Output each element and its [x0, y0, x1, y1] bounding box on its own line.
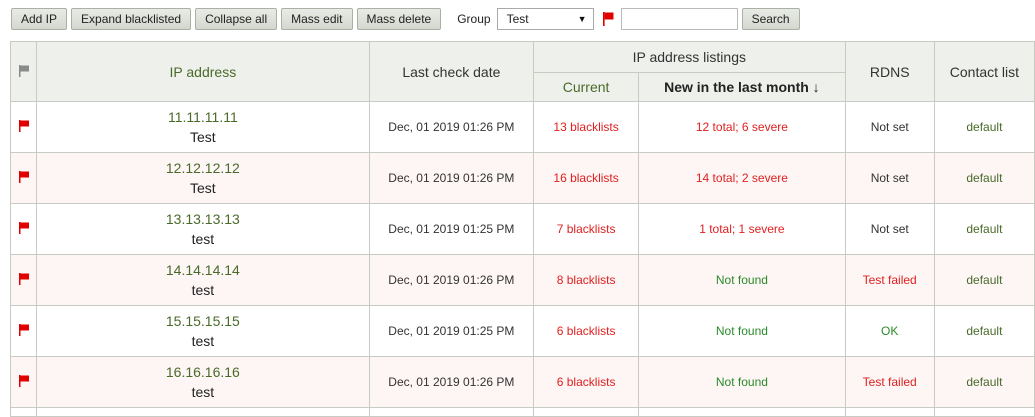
current-header[interactable]: Current: [532, 72, 640, 102]
last-check-date: Dec, 01 2019 01:26 PM: [368, 152, 535, 204]
ip-group-label: test: [191, 231, 215, 247]
table-row[interactable]: 15.15.15.15 test Dec, 01 2019 01:25 PM 6 bl…: [9, 305, 1035, 357]
add-ip-button[interactable]: Add IP: [11, 8, 68, 30]
flag-column-header[interactable]: [9, 41, 38, 102]
ip-cell[interactable]: 14.14.14.14 test: [36, 254, 370, 306]
ip-address-link[interactable]: 13.13.13.13: [38, 209, 369, 229]
contact-list-link[interactable]: default: [933, 203, 1035, 255]
last-check-date: Dec, 01 2019 01:25 PM: [368, 203, 535, 255]
mass-delete-button[interactable]: Mass delete: [356, 8, 442, 30]
new-listings-link[interactable]: Not found: [638, 254, 846, 306]
ip-address-link[interactable]: 12.12.12.12: [38, 158, 369, 178]
rdns-status[interactable]: Not set: [844, 101, 935, 153]
table-row[interactable]: 16.16.16.16 test Dec, 01 2019 01:26 PM 6 bl…: [9, 356, 1035, 408]
row-flag-cell[interactable]: [9, 305, 38, 357]
new-listings-link[interactable]: Not found: [638, 305, 846, 357]
row-flag-cell[interactable]: [9, 203, 38, 255]
ip-cell[interactable]: 16.16.16.16 test: [36, 356, 370, 408]
expand-blacklisted-button[interactable]: Expand blacklisted: [71, 8, 192, 30]
flag-icon[interactable]: [18, 170, 30, 186]
flag-icon[interactable]: [18, 272, 30, 288]
flag-filter-icon[interactable]: [602, 12, 614, 26]
table-row[interactable]: 14.14.14.14 test Dec, 01 2019 01:26 PM 8 bl…: [9, 254, 1035, 306]
contact-list-link[interactable]: default: [933, 305, 1035, 357]
search-input[interactable]: [620, 8, 738, 30]
mass-edit-button[interactable]: Mass edit: [281, 8, 353, 30]
rdns-header[interactable]: RDNS: [844, 41, 935, 102]
new-listings-link[interactable]: 1 total; 1 severe: [638, 203, 846, 255]
rdns-status[interactable]: OK: [844, 305, 935, 357]
table-row[interactable]: 13.13.13.13 test Dec, 01 2019 01:25 PM 7 bl…: [9, 203, 1035, 255]
current-listings-link[interactable]: 6 blacklists: [532, 356, 640, 408]
empty-cell: [36, 407, 370, 417]
empty-cell: [933, 407, 1035, 417]
toolbar: Add IP Expand blacklisted Collapse all M…: [11, 8, 804, 30]
rdns-status[interactable]: Not set: [844, 203, 935, 255]
last-check-date: Dec, 01 2019 01:25 PM: [368, 305, 535, 357]
ip-address-link[interactable]: 11.11.11.11: [38, 107, 369, 127]
ip-group-label: Test: [190, 180, 216, 196]
new-listings-link[interactable]: 14 total; 2 severe: [638, 152, 846, 204]
table-row[interactable]: [9, 407, 1035, 417]
row-flag-cell[interactable]: [9, 101, 38, 153]
collapse-all-button[interactable]: Collapse all: [195, 8, 278, 30]
last-check-date: Dec, 01 2019 01:26 PM: [368, 356, 535, 408]
table-row[interactable]: 12.12.12.12 Test Dec, 01 2019 01:26 PM 16 b…: [9, 152, 1035, 204]
current-listings-link[interactable]: 6 blacklists: [532, 305, 640, 357]
group-select[interactable]: Test ▼: [496, 8, 594, 30]
last-check-date: Dec, 01 2019 01:26 PM: [368, 101, 535, 153]
empty-cell: [844, 407, 935, 417]
ip-cell[interactable]: 15.15.15.15 test: [36, 305, 370, 357]
new-listings-link[interactable]: 12 total; 6 severe: [638, 101, 846, 153]
group-label: Group: [457, 12, 491, 26]
flag-icon[interactable]: [18, 374, 30, 390]
contact-list-link[interactable]: default: [933, 356, 1035, 408]
flag-icon[interactable]: [18, 323, 30, 339]
empty-cell: [9, 407, 38, 417]
current-listings-link[interactable]: 13 blacklists: [532, 101, 640, 153]
listings-header: IP address listings: [533, 41, 846, 73]
contact-list-header[interactable]: Contact list: [933, 41, 1035, 102]
flag-icon[interactable]: [18, 221, 30, 237]
current-listings-link[interactable]: 16 blacklists: [532, 152, 640, 204]
ip-group-label: test: [191, 282, 215, 298]
ip-cell[interactable]: 13.13.13.13 test: [36, 203, 370, 255]
flag-icon: [18, 64, 30, 80]
empty-cell: [532, 407, 640, 417]
contact-list-link[interactable]: default: [933, 152, 1035, 204]
rdns-status[interactable]: Test failed: [844, 254, 935, 306]
ip-address-link[interactable]: 16.16.16.16: [38, 362, 369, 382]
contact-list-link[interactable]: default: [933, 254, 1035, 306]
group-select-value: Test: [506, 12, 529, 26]
row-flag-cell[interactable]: [9, 254, 38, 306]
empty-cell: [638, 407, 846, 417]
row-flag-cell[interactable]: [9, 356, 38, 408]
current-listings-link[interactable]: 7 blacklists: [532, 203, 640, 255]
row-flag-cell[interactable]: [9, 152, 38, 204]
ip-address-link[interactable]: 15.15.15.15: [38, 311, 369, 331]
rdns-status[interactable]: Test failed: [844, 356, 935, 408]
chevron-down-icon: ▼: [577, 14, 587, 24]
ip-group-label: test: [191, 384, 215, 400]
ip-address-link[interactable]: 14.14.14.14: [38, 260, 369, 280]
ip-table: IP address Last check date IP address li…: [9, 41, 1035, 417]
last-check-date: Dec, 01 2019 01:26 PM: [368, 254, 535, 306]
ip-group-label: test: [191, 333, 215, 349]
empty-cell: [368, 407, 535, 417]
last-check-header[interactable]: Last check date: [368, 41, 535, 102]
rdns-status[interactable]: Not set: [844, 152, 935, 204]
ip-address-header[interactable]: IP address: [36, 41, 370, 102]
search-button[interactable]: Search: [741, 8, 800, 30]
new-last-month-header[interactable]: New in the last month ↓: [638, 72, 846, 102]
contact-list-link[interactable]: default: [933, 101, 1035, 153]
flag-icon[interactable]: [18, 119, 30, 135]
ip-cell[interactable]: 11.11.11.11 Test: [36, 101, 370, 153]
new-listings-link[interactable]: Not found: [638, 356, 846, 408]
table-row[interactable]: 11.11.11.11 Test Dec, 01 2019 01:26 PM 13 b…: [9, 101, 1035, 153]
ip-cell[interactable]: 12.12.12.12 Test: [36, 152, 370, 204]
current-listings-link[interactable]: 8 blacklists: [532, 254, 640, 306]
ip-group-label: Test: [190, 129, 216, 145]
